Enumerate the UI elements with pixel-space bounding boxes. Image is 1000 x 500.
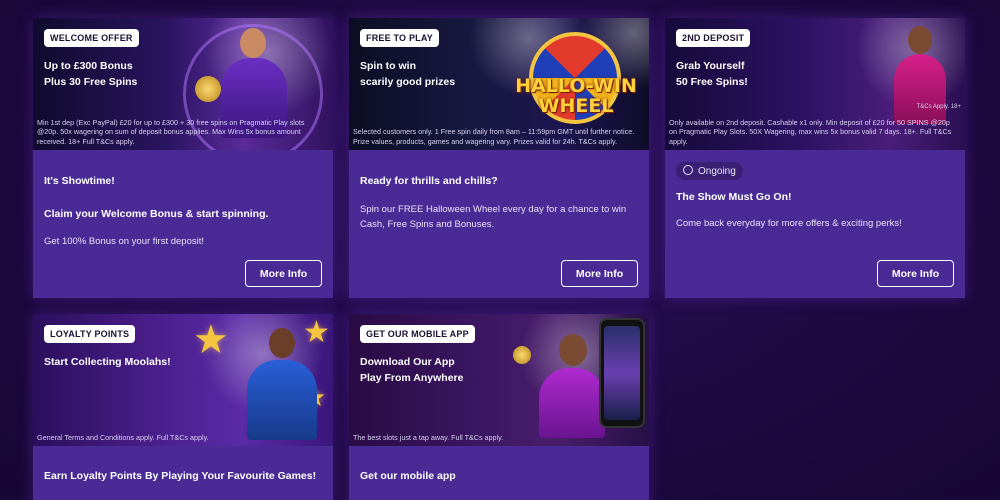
promo-card-2nd-deposit[interactable]: 2ND DEPOSIT Grab Yourself 50 Free Spins!… <box>665 18 965 298</box>
star-icon: ★ <box>193 318 229 362</box>
card-body: Come back everyday for more offers & exc… <box>676 218 902 229</box>
promo-card-free-to-play[interactable]: HALLO-WIN WHEEL FREE TO PLAY Spin to win… <box>349 18 649 298</box>
coin-bag-icon <box>513 346 531 364</box>
more-info-button[interactable]: More Info <box>561 260 638 287</box>
promo-card-loyalty-points[interactable]: ★ ★ ★ LOYALTY POINTS Start Collecting Mo… <box>33 314 333 500</box>
promo-banner: WELCOME OFFER Up to £300 Bonus Plus 30 F… <box>33 18 333 150</box>
card-title: The Show Must Go On! <box>676 191 792 203</box>
coin-bag-icon <box>195 76 221 102</box>
star-icon: ★ <box>303 316 330 349</box>
offer-badge: WELCOME OFFER <box>44 29 139 47</box>
more-info-button[interactable]: More Info <box>877 260 954 287</box>
terms-text: Selected customers only. 1 Free spin dai… <box>353 127 635 146</box>
promo-banner: HALLO-WIN WHEEL FREE TO PLAY Spin to win… <box>349 18 649 150</box>
banner-headline: Grab Yourself 50 Free Spins! <box>676 60 748 88</box>
more-info-button[interactable]: More Info <box>245 260 322 287</box>
card-title: It's Showtime! <box>44 175 115 187</box>
host-portrait <box>908 26 932 54</box>
terms-text: General Terms and Conditions apply. Full… <box>37 432 209 442</box>
banner-headline: Up to £300 Bonus Plus 30 Free Spins <box>44 60 138 88</box>
promo-banner: 2ND DEPOSIT Grab Yourself 50 Free Spins!… <box>665 18 965 150</box>
wheel-title: HALLO-WIN WHEEL <box>515 75 637 117</box>
terms-text: Min 1st dep (Exc PayPal) £20 for up to £… <box>37 117 305 146</box>
banner-headline: Download Our App Play From Anywhere <box>360 356 464 384</box>
card-subtitle: Claim your Welcome Bonus & start spinnin… <box>44 208 269 220</box>
terms-text: Only available on 2nd deposit. Cashable … <box>669 117 952 146</box>
offer-badge: LOYALTY POINTS <box>44 325 136 343</box>
promotions-page: WELCOME OFFER Up to £300 Bonus Plus 30 F… <box>0 0 1000 500</box>
card-title: Earn Loyalty Points By Playing Your Favo… <box>44 470 317 482</box>
card-body: Get 100% Bonus on your first deposit! <box>44 236 205 247</box>
offer-badge: GET OUR MOBILE APP <box>360 325 475 343</box>
host-portrait <box>240 28 266 58</box>
promo-card-mobile-app[interactable]: GET OUR MOBILE APP Download Our App Play… <box>349 314 649 500</box>
banner-headline: Spin to win scarily good prizes <box>360 60 456 88</box>
small-note: T&Cs Apply. 18+ <box>916 104 961 110</box>
card-title: Ready for thrills and chills? <box>360 175 498 187</box>
phone-icon <box>599 318 645 428</box>
clock-icon <box>683 165 693 175</box>
banner-headline: Start Collecting Moolahs! <box>44 356 171 368</box>
host-portrait <box>559 334 587 366</box>
terms-text: The best slots just a tap away. Full T&C… <box>353 432 504 442</box>
promo-banner: GET OUR MOBILE APP Download Our App Play… <box>349 314 649 446</box>
offer-badge: 2ND DEPOSIT <box>676 29 751 47</box>
status-badge: Ongoing <box>676 162 743 180</box>
host-portrait <box>269 328 295 358</box>
promo-banner: ★ ★ ★ LOYALTY POINTS Start Collecting Mo… <box>33 314 333 446</box>
promo-card-welcome-offer[interactable]: WELCOME OFFER Up to £300 Bonus Plus 30 F… <box>33 18 333 298</box>
offer-badge: FREE TO PLAY <box>360 29 439 47</box>
card-title: Get our mobile app <box>360 470 456 482</box>
card-body: Spin our FREE Halloween Wheel every day … <box>360 204 627 230</box>
